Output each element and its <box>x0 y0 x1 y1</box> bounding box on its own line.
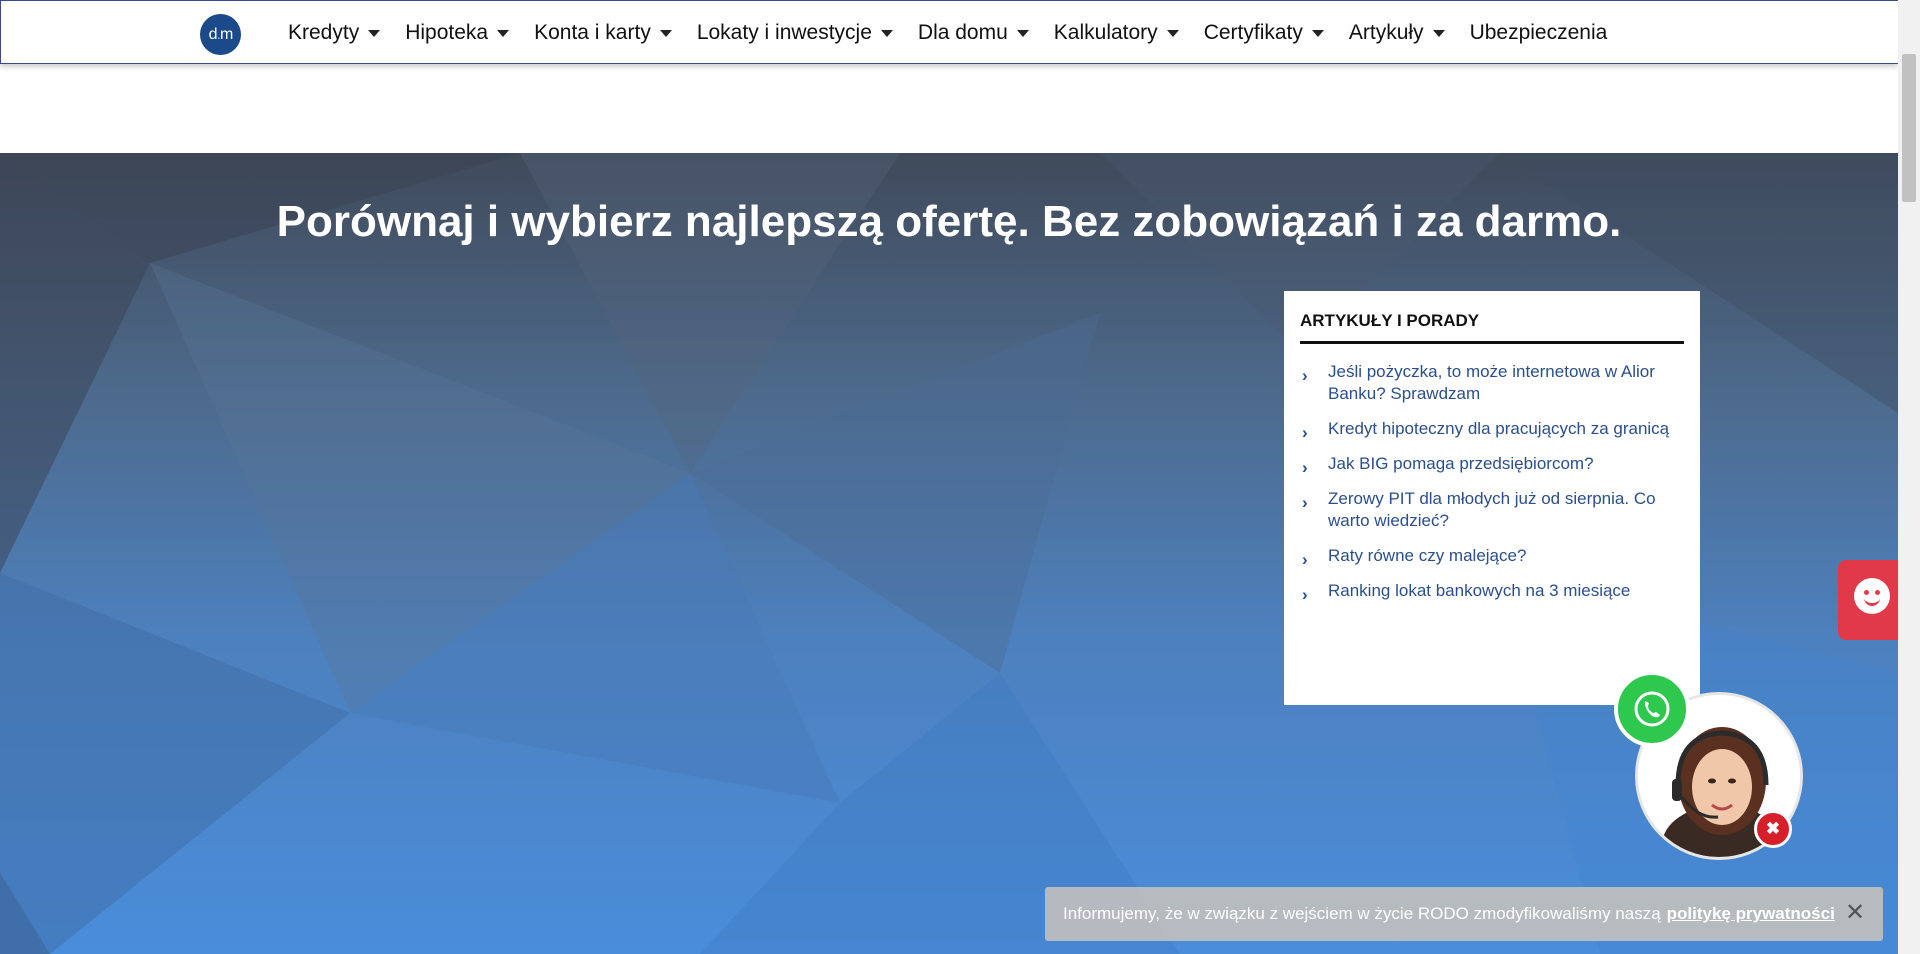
nav-item-artykuly[interactable]: Artykuły <box>1349 1 1458 65</box>
article-link-text: Kredyt hipoteczny dla pracujących za gra… <box>1328 419 1670 438</box>
top-navigation: d.m Kredyty Hipoteka Konta i karty Lokat… <box>0 0 1898 64</box>
nav-label: Kredyty <box>288 21 360 44</box>
nav-item-ubezpieczenia[interactable]: Ubezpieczenia <box>1470 1 1621 65</box>
article-link[interactable]: › Jeśli pożyczka, to może internetowa w A… <box>1300 361 1690 405</box>
article-link-text: Jeśli pożyczka, to może internetowa w Al… <box>1328 362 1655 403</box>
whatsapp-button[interactable] <box>1614 671 1690 747</box>
nav-item-kredyty[interactable]: Kredyty <box>288 1 393 65</box>
page-scrollbar[interactable] <box>1898 0 1920 954</box>
nav-item-certyfikaty[interactable]: Certyfikaty <box>1204 1 1337 65</box>
chevron-right-icon: › <box>1302 550 1308 569</box>
chat-tab[interactable] <box>1838 560 1898 640</box>
article-link-text: Jak BIG pomaga przedsiębiorcom? <box>1328 454 1594 473</box>
nav-label: Lokaty i inwestycje <box>696 21 872 44</box>
main-menu: Kredyty Hipoteka Konta i karty Lokaty i … <box>288 1 1632 65</box>
nav-label: Kalkulatory <box>1053 21 1158 44</box>
articles-panel: ARTYKUŁY I PORADY › Jeśli pożyczka, to mo… <box>1284 291 1700 705</box>
privacy-policy-link[interactable]: politykę prywatności <box>1667 904 1835 924</box>
nav-item-hipoteka[interactable]: Hipoteka <box>405 1 522 65</box>
nav-item-lokaty-i-inwestycje[interactable]: Lokaty i inwestycje <box>697 1 906 65</box>
close-icon: ✖ <box>1765 819 1781 838</box>
privacy-notice: Informujemy, że w związku z wejściem w ż… <box>1045 887 1883 941</box>
nav-item-kalkulatory[interactable]: Kalkulatory <box>1054 1 1192 65</box>
caret-down-icon <box>1311 29 1324 37</box>
eye <box>1864 590 1869 595</box>
article-link[interactable]: › Jak BIG pomaga przedsiębiorcom? <box>1300 453 1690 477</box>
notice-text: Informujemy, że w związku z wejściem w ż… <box>1063 904 1661 923</box>
caret-down-icon <box>880 29 893 37</box>
divider <box>1300 341 1684 344</box>
nav-label: Certyfikaty <box>1203 21 1303 44</box>
nav-label: Konta i karty <box>534 21 651 44</box>
chevron-right-icon: › <box>1302 458 1308 477</box>
article-link[interactable]: › Ranking lokat bankowych na 3 miesiące <box>1300 580 1690 604</box>
caret-down-icon <box>1166 29 1179 37</box>
hero-title: Porównaj i wybierz najlepszą ofertę. Bez… <box>276 197 1622 246</box>
nav-label: Dla domu <box>917 21 1008 44</box>
article-link[interactable]: › Zerowy PIT dla młodych już od sierpnia.… <box>1300 488 1690 532</box>
eye <box>1875 590 1880 595</box>
nav-item-dla-domu[interactable]: Dla domu <box>918 1 1042 65</box>
logo-letter-d: d <box>208 25 218 43</box>
caret-down-icon <box>1016 29 1029 37</box>
site-logo[interactable]: d.m <box>200 14 241 55</box>
article-link-text: Raty równe czy malejące? <box>1328 546 1527 565</box>
caret-down-icon <box>497 29 510 37</box>
nav-label: Ubezpieczenia <box>1469 21 1608 44</box>
article-link-text: Zerowy PIT dla młodych już od sierpnia. … <box>1328 489 1656 530</box>
chat-bot-icon <box>1854 578 1890 614</box>
articles-list: › Jeśli pożyczka, to może internetowa w A… <box>1300 361 1690 615</box>
close-widget-button[interactable]: ✖ <box>1754 810 1792 848</box>
scroll-thumb[interactable] <box>1902 54 1916 202</box>
caret-down-icon <box>368 29 381 37</box>
chevron-right-icon: › <box>1302 585 1308 604</box>
article-link[interactable]: › Kredyt hipoteczny dla pracujących za gr… <box>1300 418 1690 442</box>
article-link[interactable]: › Raty równe czy malejące? <box>1300 545 1690 569</box>
nav-label: Artykuły <box>1348 21 1424 44</box>
chevron-right-icon: › <box>1302 366 1308 385</box>
articles-title: ARTYKUŁY I PORADY <box>1300 311 1480 330</box>
nav-label: Hipoteka <box>405 21 489 44</box>
smile <box>1864 598 1880 606</box>
caret-down-icon <box>659 29 672 37</box>
caret-down-icon <box>1432 29 1445 37</box>
article-link-text: Ranking lokat bankowych na 3 miesiące <box>1328 581 1631 600</box>
whatsapp-icon <box>1634 691 1670 727</box>
close-notice-icon[interactable]: ✕ <box>1845 901 1865 925</box>
chevron-right-icon: › <box>1302 493 1308 512</box>
logo-letter-m: m <box>220 25 233 43</box>
nav-item-konta-i-karty[interactable]: Konta i karty <box>534 1 685 65</box>
chevron-right-icon: › <box>1302 423 1308 442</box>
